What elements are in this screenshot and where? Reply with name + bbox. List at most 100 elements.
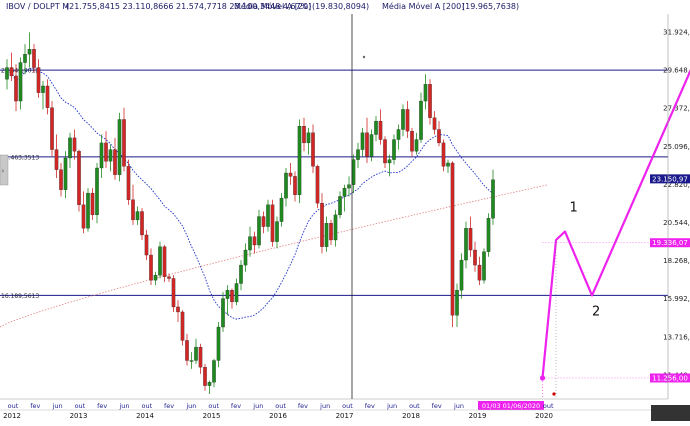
candle-up [118, 119, 121, 174]
candle-down [379, 121, 382, 139]
candle-down [46, 86, 49, 108]
x-tick-label: fev [231, 402, 241, 410]
x-tick-label: fev [432, 402, 442, 410]
scroll-corner-block[interactable] [651, 405, 690, 421]
price-label-text: 19.336,07 [652, 239, 688, 247]
ma200-label: Média Móvel A [200] [382, 1, 464, 11]
candle-down [145, 235, 148, 255]
candle-down [55, 150, 58, 170]
candle-up [190, 361, 193, 362]
candle-up [235, 284, 238, 302]
candle-up [257, 217, 260, 245]
candle-down [91, 193, 94, 215]
candle-up [217, 327, 220, 360]
candle-up [419, 101, 422, 140]
candle-up [424, 84, 427, 101]
candle-down [365, 133, 368, 156]
x-tick-label: out [8, 402, 19, 410]
x-tick-label: jun [386, 402, 397, 410]
candle-up [221, 299, 224, 327]
candle-down [140, 212, 143, 235]
annotation-label: 2 [592, 304, 600, 319]
candle-up [361, 133, 364, 150]
candle-up [401, 109, 404, 129]
candle-up [374, 121, 377, 134]
candle-up [275, 222, 278, 242]
candle-down [77, 151, 80, 205]
candle-up [19, 63, 22, 102]
candle-down [59, 170, 62, 190]
candle-up [194, 347, 197, 360]
candle-down [113, 150, 116, 175]
candle-up [212, 361, 215, 383]
candle-up [392, 140, 395, 160]
candle-down [406, 109, 409, 131]
candle-up [343, 188, 346, 196]
candle-up [95, 168, 98, 215]
candle-down [149, 255, 152, 280]
candle-up [307, 133, 310, 143]
candle-up [487, 218, 490, 251]
candle-up [28, 49, 31, 54]
candle-up [100, 143, 103, 168]
candle-up [388, 160, 391, 163]
candle-down [10, 68, 13, 76]
candle-down [437, 130, 440, 143]
year-label: 2014 [136, 412, 154, 420]
candle-up [338, 196, 341, 214]
year-label: 2013 [70, 412, 88, 420]
year-label: 2018 [402, 412, 420, 420]
candle-down [311, 133, 314, 166]
candle-down [131, 200, 134, 220]
x-tick-label: out [141, 402, 152, 410]
candle-up [415, 140, 418, 152]
candle-down [172, 278, 175, 306]
chart-container: IBOV / DOLPT M (21.755,8415 23.110,8666 … [0, 0, 690, 421]
x-tick-label: out [75, 402, 86, 410]
y-tick-label: 20.544,83 [663, 219, 690, 227]
x-tick-label: out [543, 402, 554, 410]
cursor-dot [363, 56, 365, 58]
x-tick-label: out [342, 402, 353, 410]
candle-down [104, 143, 107, 161]
candle-up [325, 223, 328, 246]
candle-down [293, 176, 296, 194]
candle-up [109, 150, 112, 162]
year-label: 2020 [535, 412, 553, 420]
chart-background [0, 0, 690, 421]
chart-header: IBOV / DOLPT M (21.755,8415 23.110,8666 … [6, 1, 519, 11]
candle-up [298, 126, 301, 195]
candle-down [73, 138, 76, 151]
price-label-text: 23.150,97 [652, 175, 688, 183]
candle-down [122, 119, 125, 166]
chevron-right-icon: › [2, 167, 5, 175]
candle-up [154, 275, 157, 280]
annotation-label: 1 [570, 201, 578, 216]
y-tick-label: 18.268,83 [663, 257, 690, 265]
candle-down [320, 203, 323, 247]
x-tick-label: jun [185, 402, 196, 410]
candle-up [41, 86, 44, 93]
year-label: 2019 [469, 412, 487, 420]
candle-down [442, 143, 445, 166]
candle-up [464, 228, 467, 260]
candle-up [64, 158, 67, 190]
candle-down [185, 340, 188, 360]
ma200-value: (19.965,7638) [462, 2, 519, 11]
candle-up [239, 265, 242, 283]
candle-down [181, 312, 184, 340]
candle-up [226, 290, 229, 298]
candle-up [284, 173, 287, 198]
event-marker-icon [552, 392, 555, 395]
candle-up [208, 382, 211, 385]
hline-label: 16.189,5613 [1, 293, 39, 300]
candle-down [203, 367, 206, 385]
candle-down [253, 237, 256, 245]
year-label: 2017 [336, 412, 354, 420]
candle-up [455, 290, 458, 315]
candle-down [176, 307, 179, 312]
x-tick-label: fev [164, 402, 174, 410]
candle-up [334, 215, 337, 240]
candle-down [14, 76, 17, 101]
x-tick-label: out [275, 402, 286, 410]
